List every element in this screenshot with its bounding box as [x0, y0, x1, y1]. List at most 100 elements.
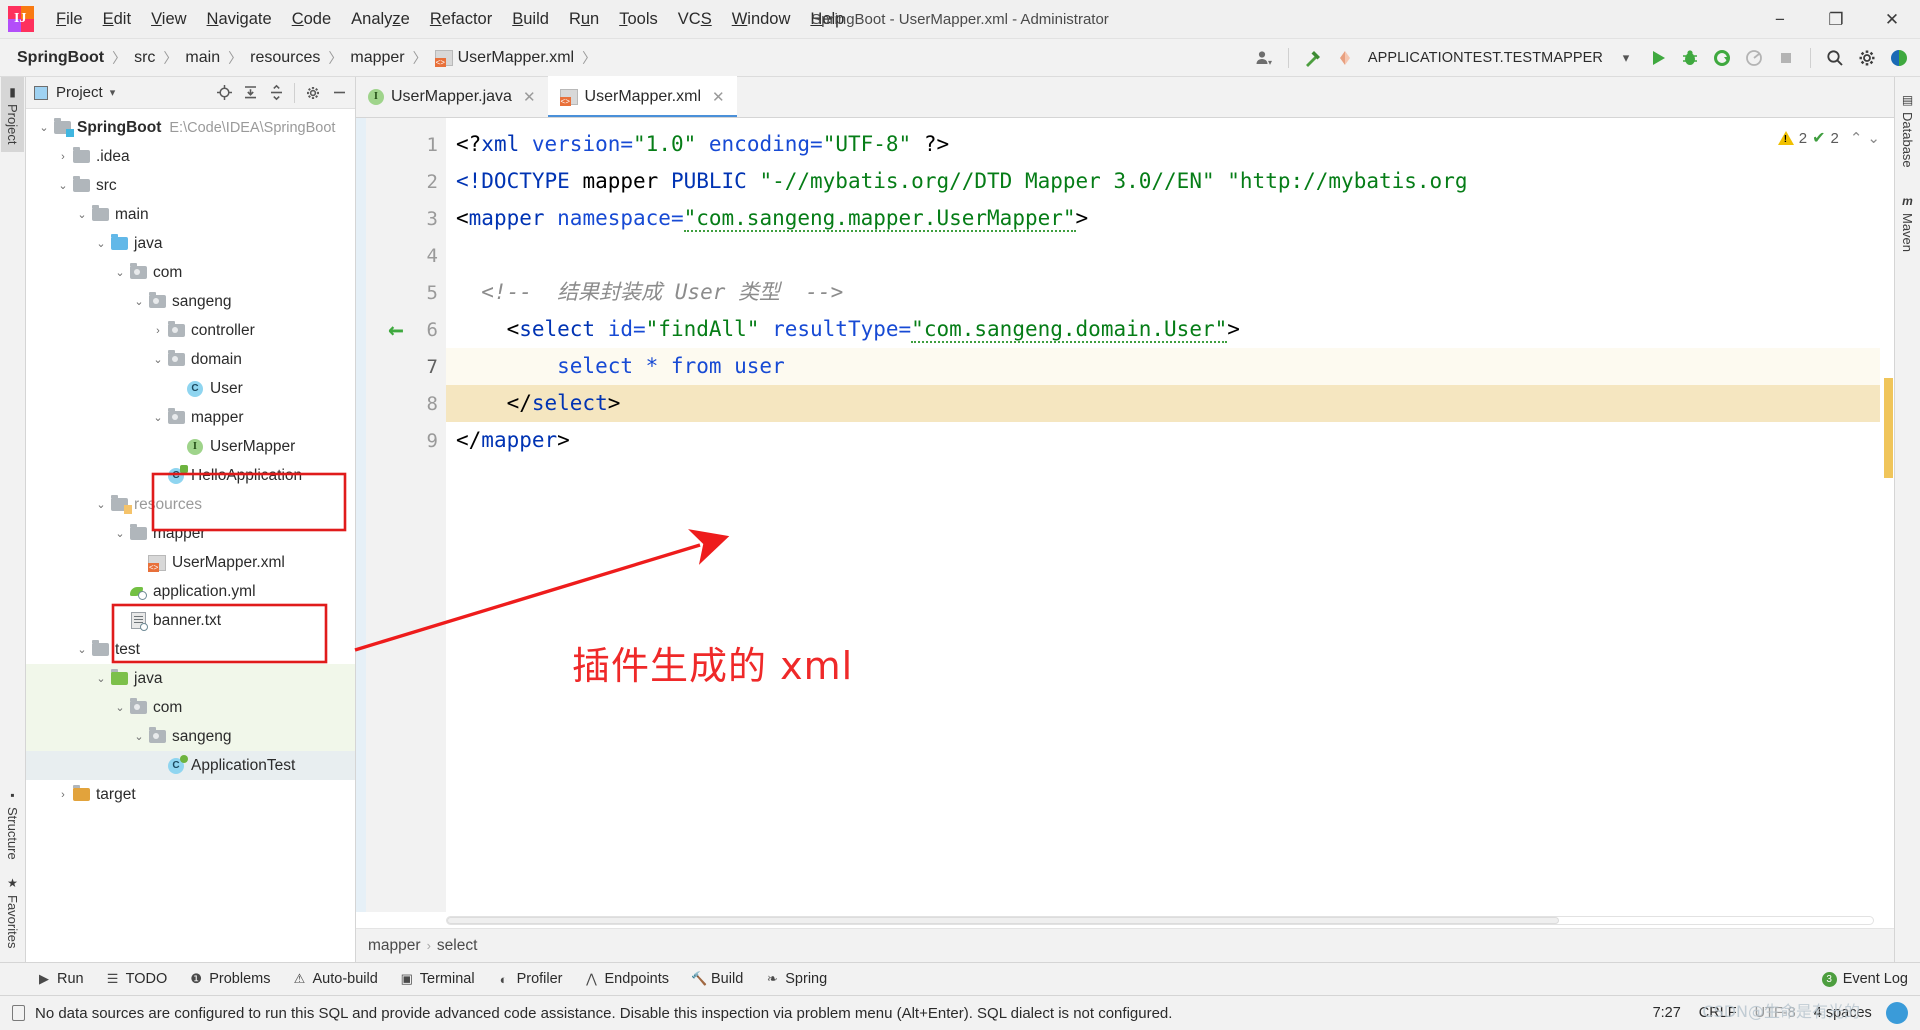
- code-line[interactable]: <!-- 结果封装成 User 类型 -->: [446, 274, 1894, 311]
- tree-node-sangeng[interactable]: ⌄ sangeng: [26, 722, 355, 751]
- chevron-down-icon[interactable]: ⌄: [131, 295, 147, 308]
- chevron-down-icon[interactable]: ⌄: [112, 527, 128, 540]
- tool-window-auto-build[interactable]: ⚠ Auto-build: [281, 968, 388, 990]
- lock-icon[interactable]: 🔒: [1890, 1005, 1906, 1021]
- menu-run[interactable]: Run: [559, 6, 609, 33]
- tool-tab-structure[interactable]: ▪ Structure: [1, 780, 24, 868]
- chevron-down-icon[interactable]: ▾: [1611, 43, 1641, 73]
- editor-tab-usermapper-java[interactable]: I UserMapper.java ✕: [356, 76, 548, 117]
- chevron-down-icon[interactable]: ⌄: [55, 179, 71, 192]
- tool-window-todo[interactable]: ☰ TODO: [95, 968, 179, 990]
- code-line[interactable]: <mapper namespace="com.sangeng.mapper.Us…: [446, 200, 1894, 237]
- close-icon[interactable]: ✕: [523, 88, 536, 106]
- close-icon[interactable]: ✕: [712, 88, 725, 106]
- tool-window-build[interactable]: 🔨 Build: [680, 968, 754, 990]
- code-line[interactable]: <select id="findAll" resultType="com.san…: [446, 311, 1894, 348]
- line-number[interactable]: 💡7: [366, 348, 468, 385]
- tool-window-terminal[interactable]: ▣ Terminal: [389, 968, 486, 990]
- line-number[interactable]: ←6−: [366, 311, 464, 348]
- breadcrumb[interactable]: SpringBoot 〉 src 〉 main 〉 resources 〉 mapper 〉 Use…: [14, 47, 601, 69]
- tree-node-mapper[interactable]: ⌄ mapper: [26, 519, 355, 548]
- menu-edit[interactable]: Edit: [93, 6, 141, 33]
- tool-tab-favorites[interactable]: ★ Favorites: [1, 868, 24, 956]
- override-arrow-icon[interactable]: ←: [388, 317, 404, 343]
- code-editor[interactable]: 123−45←6−💡78−9− <?xml version="1.0" enco…: [356, 118, 1894, 912]
- menu-vcs[interactable]: VCS: [668, 6, 722, 33]
- code-line[interactable]: <!DOCTYPE mapper PUBLIC "-//mybatis.org/…: [446, 163, 1894, 200]
- code-line[interactable]: </mapper>: [446, 422, 1894, 459]
- editor-tab-usermapper-xml[interactable]: UserMapper.xml ✕: [547, 76, 737, 117]
- editor-vertical-scrollbar[interactable]: [1880, 118, 1894, 912]
- scrollbar-thumb[interactable]: [447, 916, 1560, 924]
- chevron-down-icon[interactable]: ⌄: [74, 208, 90, 221]
- tree-node-java[interactable]: ⌄ java: [26, 229, 355, 258]
- breadcrumb-item-mapper[interactable]: mapper: [347, 47, 407, 69]
- chevron-down-icon[interactable]: ⌄: [93, 672, 109, 685]
- window-controls[interactable]: − ❐ ✕: [1752, 0, 1920, 39]
- tree-node-com[interactable]: ⌄ com: [26, 693, 355, 722]
- tree-node-usermapper[interactable]: I UserMapper: [26, 432, 355, 461]
- run-with-coverage-button[interactable]: [1707, 43, 1737, 73]
- tree-node-src[interactable]: ⌄ src: [26, 171, 355, 200]
- chevron-down-icon[interactable]: ⌄: [112, 701, 128, 714]
- chevron-down-icon[interactable]: ⌄: [112, 266, 128, 279]
- menu-analyze[interactable]: Analyze: [341, 6, 420, 33]
- chevron-down-icon[interactable]: ⌄: [131, 730, 147, 743]
- tool-tab-database[interactable]: ▤ Database: [1896, 85, 1919, 176]
- build-hammer-icon[interactable]: [1298, 43, 1328, 73]
- tree-node-resources[interactable]: ⌄ resources: [26, 490, 355, 519]
- caret-position[interactable]: 7:27: [1653, 1005, 1681, 1021]
- code-line[interactable]: [446, 237, 1894, 274]
- line-number[interactable]: 5: [366, 274, 446, 311]
- minimize-button[interactable]: −: [1752, 0, 1808, 39]
- breadcrumb-select[interactable]: select: [437, 937, 478, 955]
- menu-refactor[interactable]: Refactor: [420, 6, 502, 33]
- code-line[interactable]: <?xml version="1.0" encoding="UTF-8" ?>: [446, 126, 1894, 163]
- tool-tab-maven[interactable]: m Maven: [1896, 186, 1919, 260]
- chevron-down-icon[interactable]: ⌄: [93, 498, 109, 511]
- gear-icon[interactable]: [1852, 43, 1882, 73]
- line-number[interactable]: 9−: [366, 422, 464, 459]
- close-button[interactable]: ✕: [1864, 0, 1920, 39]
- code-line[interactable]: select * from user: [446, 348, 1894, 385]
- chevron-down-icon[interactable]: ⌄: [150, 411, 166, 424]
- tree-node-helloapplication[interactable]: C HelloApplication: [26, 461, 355, 490]
- user-icon[interactable]: ▾: [1249, 43, 1279, 73]
- inspection-widget[interactable]: 2 ✔ 2 ⌃ ⌄: [1777, 128, 1880, 148]
- breadcrumb-item-resources[interactable]: resources: [247, 47, 323, 69]
- line-separator[interactable]: CRLF: [1699, 1005, 1737, 1021]
- tree-node--idea[interactable]: › .idea: [26, 142, 355, 171]
- run-configuration-selector[interactable]: APPLICATIONTEST.TESTMAPPER: [1362, 50, 1609, 66]
- chevron-down-icon[interactable]: ⌄: [36, 121, 52, 134]
- code-content[interactable]: <?xml version="1.0" encoding="UTF-8" ?> <…: [446, 118, 1894, 912]
- expand-all-icon[interactable]: [238, 81, 262, 105]
- chevron-down-icon[interactable]: ⌄: [93, 237, 109, 250]
- menu-code[interactable]: Code: [282, 6, 341, 33]
- menu-help[interactable]: Help: [800, 6, 854, 33]
- collapse-all-icon[interactable]: [264, 81, 288, 105]
- chevron-down-icon[interactable]: ⌄: [150, 353, 166, 366]
- menu-navigate[interactable]: Navigate: [197, 6, 282, 33]
- tool-window-endpoints[interactable]: ⋀ Endpoints: [574, 968, 681, 990]
- event-log-button[interactable]: 3 Event Log: [1821, 971, 1908, 987]
- breadcrumb-item-main[interactable]: main: [182, 47, 223, 69]
- run-button[interactable]: [1643, 43, 1673, 73]
- project-tree[interactable]: ⌄ SpringBoot E:\Code\IDEA\SpringBoot › .idea…: [26, 109, 355, 962]
- hide-panel-icon[interactable]: [327, 81, 351, 105]
- tree-node-com[interactable]: ⌄ com: [26, 258, 355, 287]
- chevron-down-icon[interactable]: ▾: [110, 86, 116, 99]
- tree-node-sangeng[interactable]: ⌄ sangeng: [26, 287, 355, 316]
- line-number[interactable]: 3−: [366, 200, 464, 237]
- tree-node-main[interactable]: ⌄ main: [26, 200, 355, 229]
- chevron-down-icon[interactable]: ⌄: [74, 643, 90, 656]
- chevron-right-icon[interactable]: ›: [55, 789, 71, 801]
- tree-node-test[interactable]: ⌄ test: [26, 635, 355, 664]
- breadcrumb-item-usermapper-xml[interactable]: UserMapper.xml: [432, 47, 577, 69]
- tool-window-spring[interactable]: ❧ Spring: [754, 968, 838, 990]
- next-problem-icon[interactable]: ⌄: [1867, 129, 1880, 147]
- editor-horizontal-scrollbar[interactable]: [446, 915, 1874, 925]
- line-number[interactable]: 8−: [366, 385, 464, 422]
- gear-icon[interactable]: [301, 81, 325, 105]
- breadcrumb-mapper[interactable]: mapper: [368, 937, 421, 955]
- run-config-icon[interactable]: [1330, 43, 1360, 73]
